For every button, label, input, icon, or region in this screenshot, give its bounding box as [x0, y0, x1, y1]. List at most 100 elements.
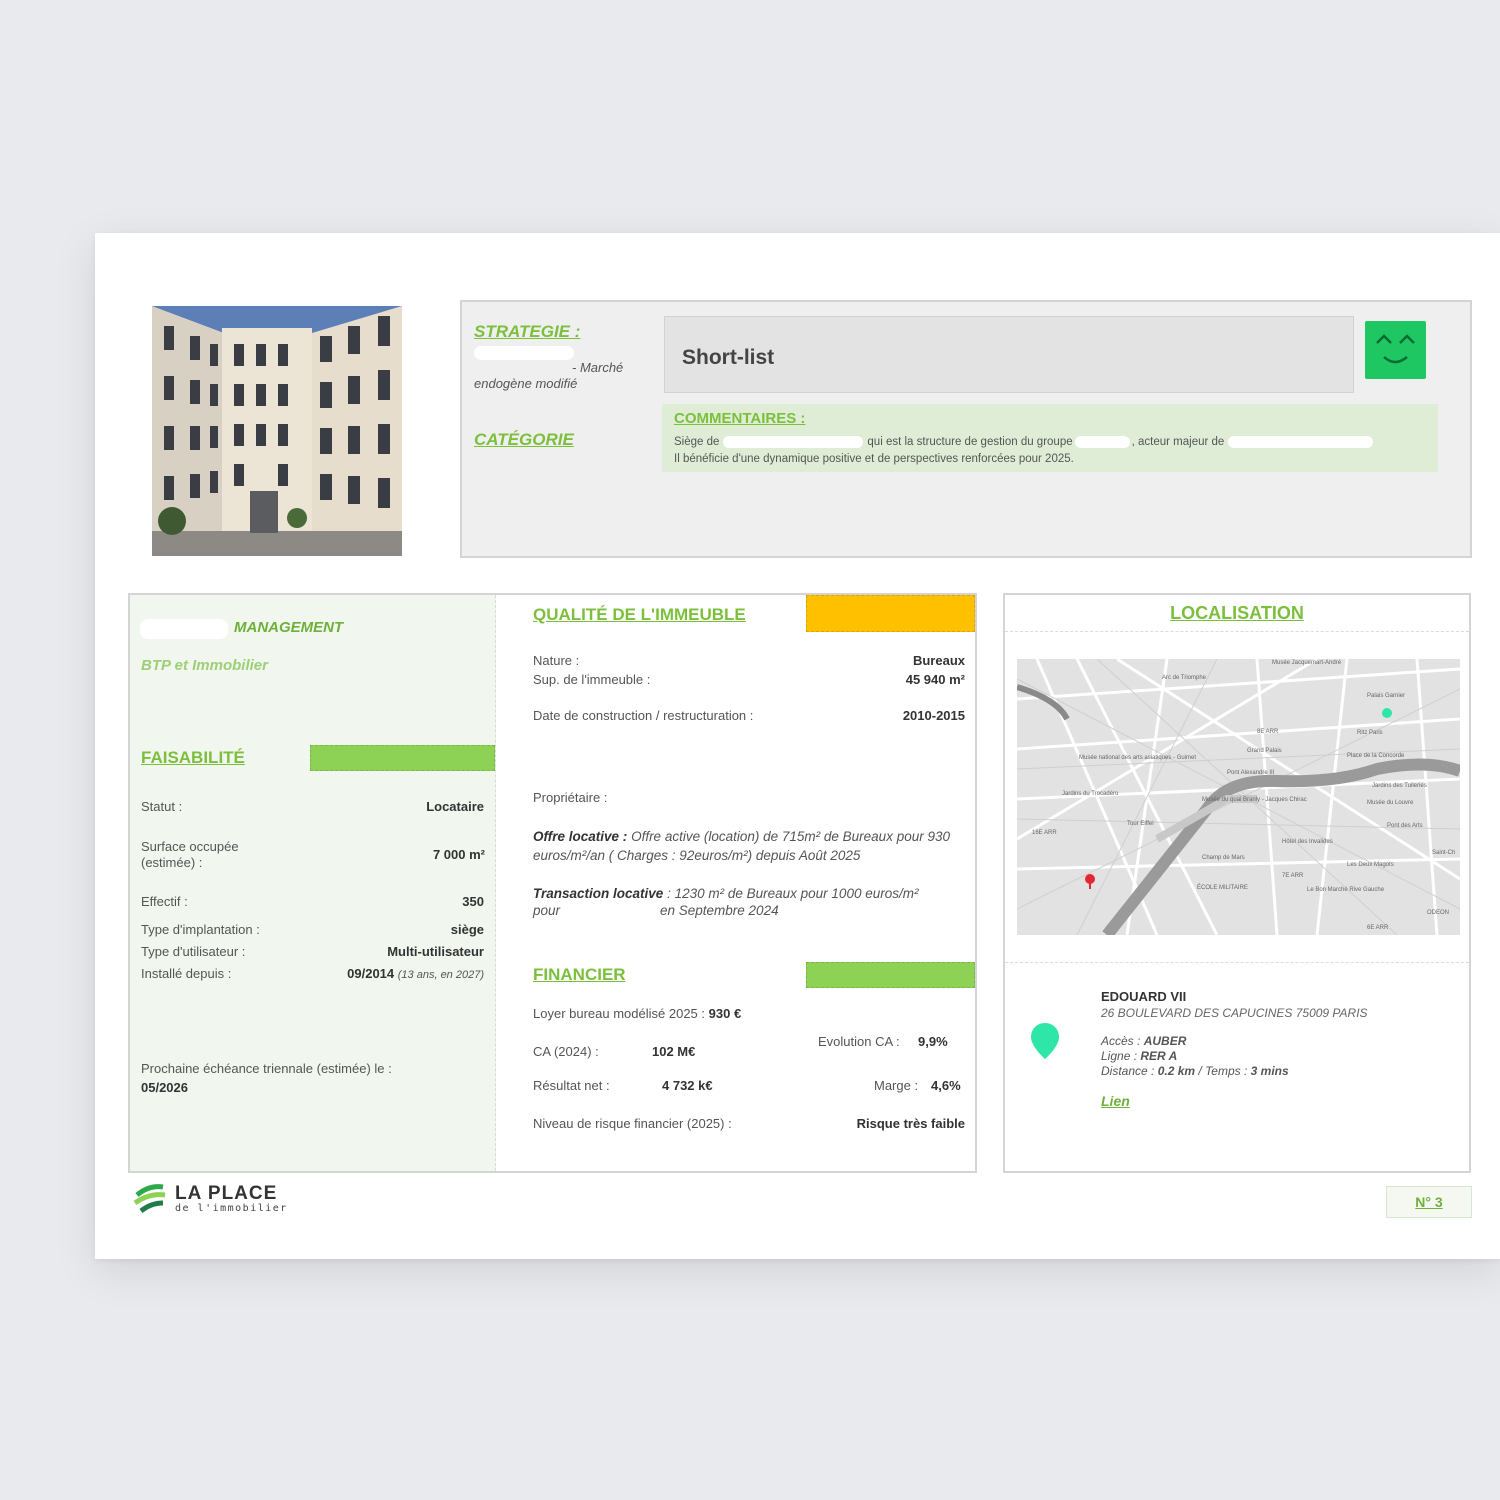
company-sector: BTP et Immobilier	[141, 657, 268, 674]
map-label: Jardins des Tuileries	[1372, 783, 1427, 789]
map-label: 8E ARR	[1257, 729, 1279, 735]
loyer-value: 930 €	[708, 1006, 742, 1021]
map-label: Palais Garnier	[1367, 693, 1405, 699]
sup-value: 45 940 m²	[905, 672, 965, 687]
ca-label: CA (2024) :	[533, 1044, 599, 1059]
redacted-block	[140, 619, 228, 639]
map-label: Pont des Arts	[1387, 823, 1423, 829]
map-label: Musée du quai Branly - Jacques Chirac	[1202, 797, 1307, 803]
map-label: ODEON	[1427, 910, 1449, 916]
acces-value: AUBER	[1143, 1034, 1187, 1048]
temps-label: / Temps :	[1198, 1064, 1248, 1078]
map-label: Le Bon Marché Rive Gauche	[1307, 887, 1385, 893]
company-name: MANAGEMENT	[234, 619, 344, 636]
evolution-value: 9,9%	[918, 1034, 948, 1049]
effectif-label: Effectif :	[141, 894, 188, 909]
category-label: CATÉGORIE	[474, 430, 574, 449]
map-label: Saint-Ch	[1432, 850, 1455, 856]
company-column: MANAGEMENT BTP et Immobilier FAISABILITÉ…	[130, 595, 496, 1171]
feasibility-title: FAISABILITÉ	[141, 748, 245, 767]
strategy-text-line2: endogène modifié	[474, 376, 578, 391]
transaction-line2b: en Septembre 2024	[660, 903, 779, 918]
comments-label: COMMENTAIRES :	[674, 410, 806, 427]
resultat-value: 4 732 k€	[662, 1078, 713, 1093]
type-user-row: Type d'utilisateur : Multi-utilisateur	[141, 944, 484, 959]
map-label: Hôtel des Invalides	[1282, 839, 1333, 845]
transaction-text: : 1230 m² de Bureaux pour 1000 euros/m²	[667, 886, 919, 901]
redacted-block	[1228, 436, 1374, 448]
map-label: Musée Jacquemart-André	[1272, 660, 1342, 666]
transaction-block: Transaction locative : 1230 m² de Bureau…	[533, 884, 973, 903]
page-number: N° 3	[1415, 1194, 1443, 1210]
acces-label: Accès :	[1101, 1034, 1141, 1048]
building-photo	[152, 306, 402, 556]
map-label: Ritz Paris	[1357, 730, 1383, 736]
acces-row: Accès : AUBER	[1101, 1034, 1289, 1049]
redacted-block	[723, 436, 864, 448]
statut-row: Statut : Locataire	[141, 799, 484, 814]
echeance-label: Prochaine échéance triennale (estimée) l…	[141, 1061, 392, 1076]
strategy-label: STRATEGIE :	[474, 322, 581, 341]
financial-bar	[806, 962, 975, 988]
quality-title: QUALITÉ DE L'IMMEUBLE	[533, 605, 746, 624]
nature-value: Bureaux	[912, 653, 965, 668]
map-label: 7E ARR	[1282, 873, 1304, 879]
ligne-label: Ligne :	[1101, 1049, 1138, 1063]
offre-block: Offre locative : Offre active (location)…	[533, 827, 965, 865]
installe-row: Installé depuis : 09/2014 (13 ans, en 20…	[141, 966, 484, 981]
details-panel: MANAGEMENT BTP et Immobilier FAISABILITÉ…	[128, 593, 977, 1173]
logo-sub: de l'immobilier	[175, 1203, 288, 1214]
status-value: Short-list	[682, 346, 775, 369]
sup-label: Sup. de l'immeuble :	[533, 672, 651, 687]
comment-line2: Il bénéficie d'une dynamique positive et…	[674, 453, 1074, 465]
map-label: Grand Palais	[1247, 748, 1282, 754]
ligne-value: RER A	[1140, 1049, 1178, 1063]
temps-value: 3 mins	[1250, 1064, 1289, 1078]
surface-label-line2: (estimée) :	[141, 855, 203, 870]
location-map[interactable]: Arc de Triomphe Musée Jacquemart-André Pal…	[1017, 659, 1460, 935]
marge-label: Marge :	[874, 1078, 919, 1093]
risque-row: Niveau de risque financier (2025) : Risq…	[533, 1116, 965, 1131]
redacted-block	[1074, 436, 1130, 448]
location-pin-icon	[1031, 1023, 1059, 1064]
logo-mark-icon	[133, 1184, 166, 1213]
ligne-row: Ligne : RER A	[1101, 1049, 1289, 1064]
map-label: ÉCOLE MILITAIRE	[1197, 884, 1248, 891]
loyer-row: Loyer bureau modélisé 2025 : 930 €	[533, 1006, 741, 1021]
loyer-label: Loyer bureau modélisé 2025 :	[533, 1006, 706, 1021]
distance-label: Distance :	[1101, 1064, 1155, 1078]
divider	[1005, 962, 1469, 963]
map-label: Place de la Concorde	[1347, 753, 1405, 759]
type-user-value: Multi-utilisateur	[387, 944, 484, 959]
location-panel: LOCALISATION Arc de Triomphe Musée Jacqu…	[1003, 593, 1471, 1173]
risque-label: Niveau de risque financier (2025) :	[533, 1116, 732, 1131]
transaction-label: Transaction locative	[533, 886, 664, 901]
smiley-icon	[1365, 321, 1426, 379]
installe-note: (13 ans, en 2027)	[397, 969, 484, 981]
map-label: Musée national des arts asiatiques - Gui…	[1079, 755, 1196, 761]
location-title: LOCALISATION	[1170, 602, 1304, 623]
ca-value: 102 M€	[652, 1044, 696, 1059]
map-label: Tour Eiffel	[1127, 821, 1154, 827]
effectif-row: Effectif : 350	[141, 894, 484, 909]
offre-label: Offre locative :	[533, 829, 628, 844]
quality-bar	[806, 595, 975, 632]
risque-value: Risque très faible	[856, 1116, 965, 1131]
comment-line1: Siège de qui est la structure de gestion…	[674, 436, 1374, 448]
comment-part2: qui est la structure de gestion du group…	[867, 436, 1073, 448]
installe-value: 09/2014	[347, 966, 395, 981]
map-label: Les Deux Magots	[1347, 862, 1394, 868]
comments-box: COMMENTAIRES : Siège de qui est la struc…	[662, 404, 1438, 472]
installe-label: Installé depuis :	[141, 966, 232, 981]
date-label: Date de construction / restructuration :	[533, 708, 754, 723]
nature-row: Nature : Bureaux	[533, 653, 965, 668]
feasibility-bar	[310, 745, 495, 771]
status-box: Short-list	[664, 316, 1354, 393]
map-label: Champ de Mars	[1202, 855, 1245, 861]
sup-row: Sup. de l'immeuble : 45 940 m²	[533, 672, 965, 687]
location-header: LOCALISATION	[1005, 595, 1469, 632]
surface-label: Surface occupée (estimée) :	[141, 839, 239, 871]
location-link[interactable]: Lien	[1101, 1093, 1130, 1109]
comment-part1: Siège de	[674, 436, 720, 448]
map-label: Pont Alexandre III	[1227, 770, 1275, 776]
